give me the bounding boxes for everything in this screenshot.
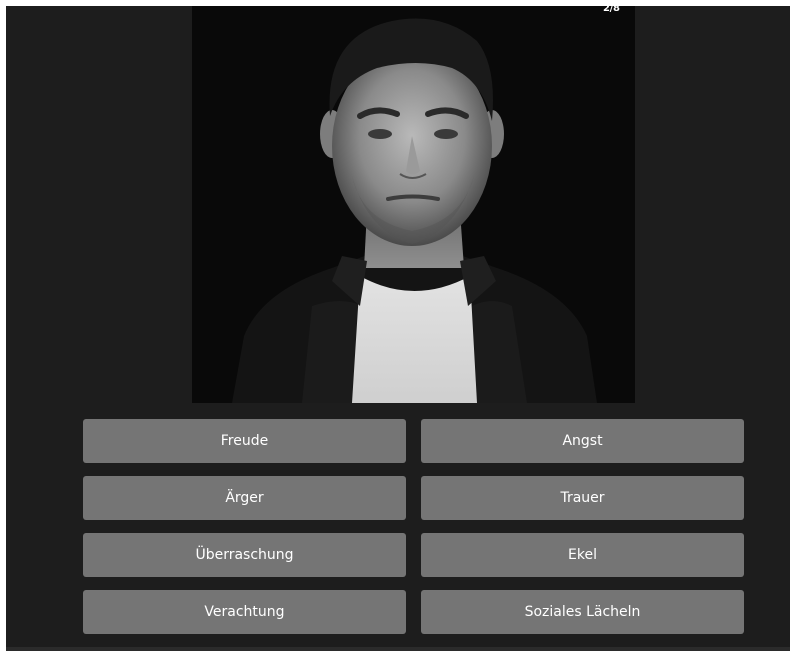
option-button-soziales-laecheln[interactable]: Soziales Lächeln xyxy=(421,590,744,634)
option-button-trauer[interactable]: Trauer xyxy=(421,476,744,520)
option-button-freude[interactable]: Freude xyxy=(83,419,406,463)
bottom-divider xyxy=(6,647,790,651)
quiz-container: 2/8 Freude Angst Ärger Trauer Überraschu… xyxy=(6,6,790,651)
option-button-ueberraschung[interactable]: Überraschung xyxy=(83,533,406,577)
portrait-image xyxy=(192,6,635,403)
option-button-ekel[interactable]: Ekel xyxy=(421,533,744,577)
option-button-verachtung[interactable]: Verachtung xyxy=(83,590,406,634)
emotion-options: Freude Angst Ärger Trauer Überraschung E… xyxy=(83,419,744,634)
face-photo xyxy=(192,6,635,403)
option-button-aerger[interactable]: Ärger xyxy=(83,476,406,520)
progress-counter: 2/8 xyxy=(603,6,620,14)
option-button-angst[interactable]: Angst xyxy=(421,419,744,463)
